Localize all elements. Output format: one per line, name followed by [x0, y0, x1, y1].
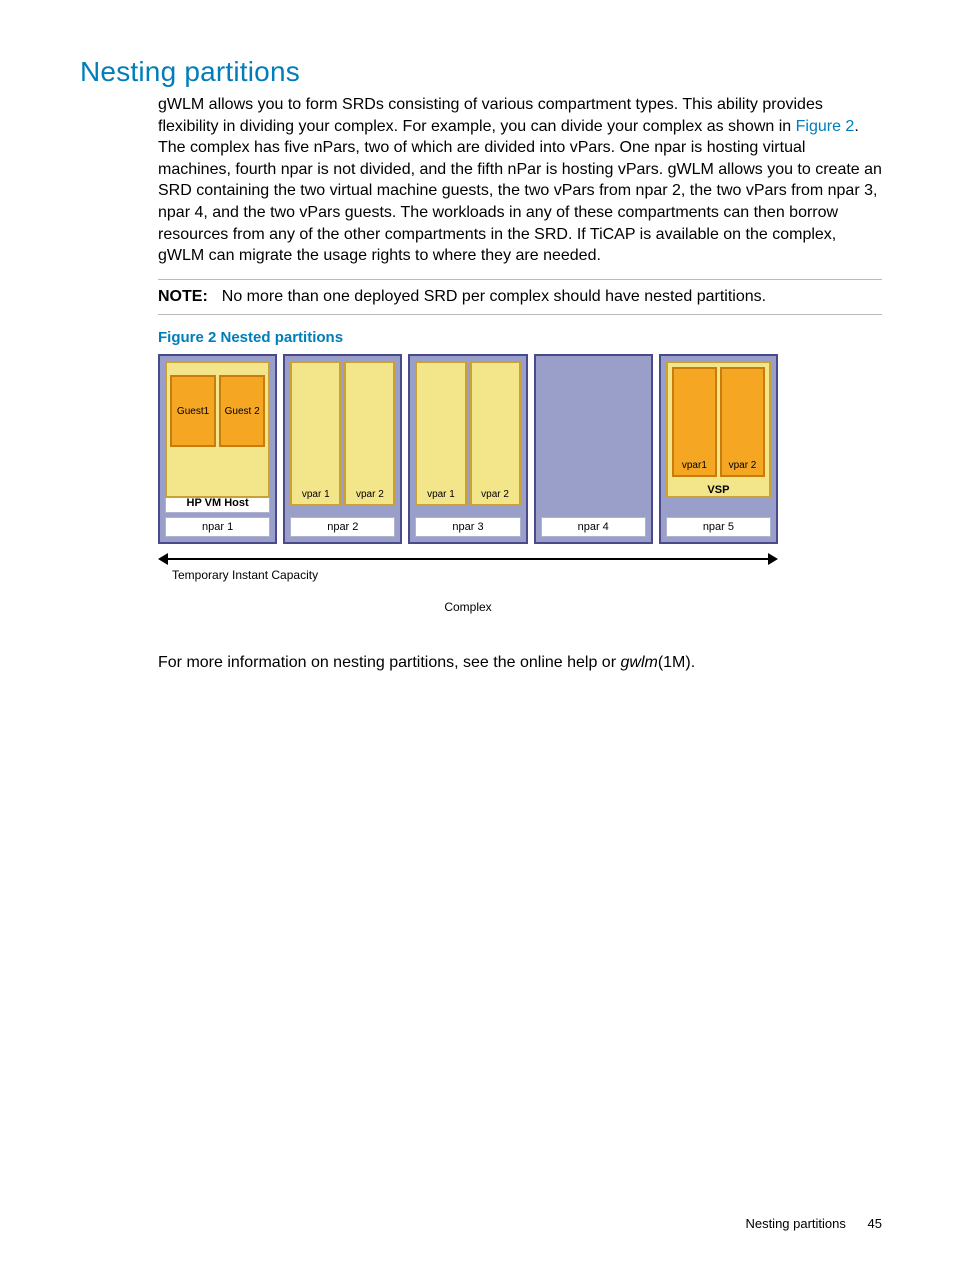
nested-partitions-diagram: Guest1 Guest 2 HP VM Host npar 1 vpar 1 …	[158, 354, 778, 614]
npar3-box: vpar 1 vpar 2 npar 3	[408, 354, 527, 544]
npar3-vpar1: vpar 1	[415, 361, 466, 506]
ticap-arrow	[158, 552, 778, 566]
npar1-host-area: Guest1 Guest 2	[165, 361, 270, 498]
note-block: NOTE: No more than one deployed SRD per c…	[158, 279, 882, 315]
npar4-box: npar 4	[534, 354, 653, 544]
npar2-vpar1: vpar 1	[290, 361, 341, 506]
npar4-label: npar 4	[541, 517, 646, 537]
npar5-label: npar 5	[666, 517, 771, 537]
npar2-label: npar 2	[290, 517, 395, 537]
guest1-box: Guest1	[170, 375, 216, 447]
paragraph-text-before: gWLM allows you to form SRDs consisting …	[158, 96, 823, 135]
paragraph-text-after: . The complex has five nPars, two of whi…	[158, 118, 882, 265]
npar-row: Guest1 Guest 2 HP VM Host npar 1 vpar 1 …	[158, 354, 778, 544]
arrow-right-icon	[768, 553, 778, 565]
npar2-vpar1-label: vpar 1	[294, 489, 337, 500]
npar2-vpar2: vpar 2	[344, 361, 395, 506]
npar1-box: Guest1 Guest 2 HP VM Host npar 1	[158, 354, 277, 544]
section-heading: Nesting partitions	[80, 56, 882, 88]
page-footer: Nesting partitions 45	[745, 1216, 882, 1231]
intro-paragraph: gWLM allows you to form SRDs consisting …	[80, 94, 882, 267]
command-name: gwlm	[620, 654, 657, 671]
npar5-box: vpar1 vpar 2 VSP npar 5	[659, 354, 778, 544]
footer-section-title: Nesting partitions	[745, 1216, 845, 1231]
figure-link[interactable]: Figure 2	[796, 118, 855, 135]
closing-paragraph: For more information on nesting partitio…	[158, 654, 882, 672]
npar1-label: npar 1	[165, 517, 270, 537]
guest2-box: Guest 2	[219, 375, 265, 447]
vsp-label: VSP	[668, 481, 769, 501]
npar5-vsp-container: vpar1 vpar 2 VSP	[666, 361, 771, 498]
document-page: Nesting partitions gWLM allows you to fo…	[0, 0, 954, 1271]
note-text: No more than one deployed SRD per comple…	[222, 288, 766, 305]
npar5-vpar1: vpar1	[672, 367, 717, 477]
footer-page-number: 45	[868, 1216, 882, 1231]
arrow-bar	[164, 558, 772, 560]
closing-before: For more information on nesting partitio…	[158, 654, 620, 671]
vm-host-container: Guest1 Guest 2	[165, 361, 270, 498]
note-label: NOTE:	[158, 288, 208, 305]
npar2-box: vpar 1 vpar 2 npar 2	[283, 354, 402, 544]
npar2-vpars: vpar 1 vpar 2	[290, 361, 395, 506]
closing-after: (1M).	[658, 654, 695, 671]
npar3-vpars: vpar 1 vpar 2	[415, 361, 520, 506]
complex-label: Complex	[158, 600, 778, 614]
ticap-label: Temporary Instant Capacity	[172, 568, 778, 582]
figure-caption: Figure 2 Nested partitions	[158, 329, 882, 346]
npar5-vpars: vpar1 vpar 2	[668, 363, 769, 481]
npar5-vpar2-label: vpar 2	[724, 460, 761, 471]
npar5-vpar2: vpar 2	[720, 367, 765, 477]
npar2-vpar2-label: vpar 2	[348, 489, 391, 500]
npar3-vpar1-label: vpar 1	[419, 489, 462, 500]
npar3-vpar2-label: vpar 2	[474, 489, 517, 500]
npar3-vpar2: vpar 2	[470, 361, 521, 506]
npar5-vpar1-label: vpar1	[676, 460, 713, 471]
npar3-label: npar 3	[415, 517, 520, 537]
